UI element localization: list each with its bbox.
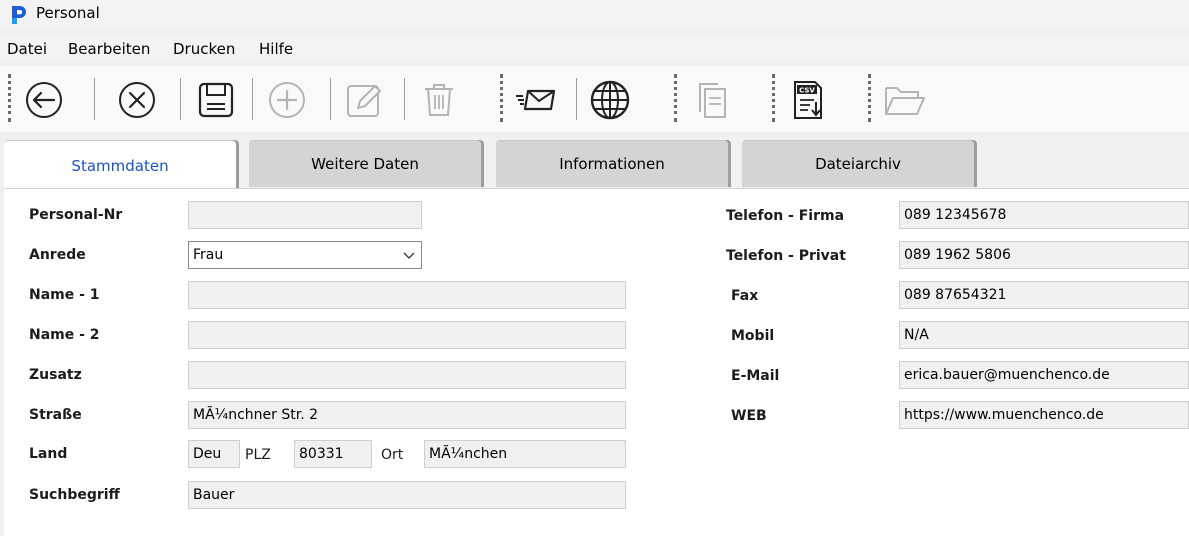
toolbar-separator (94, 78, 95, 120)
save-button[interactable] (192, 76, 240, 124)
email-button[interactable] (512, 76, 560, 124)
suchbegriff-field[interactable]: Bauer (188, 481, 626, 509)
toolbar-separator (180, 78, 181, 120)
tab-dateiarchiv[interactable]: Dateiarchiv (742, 140, 974, 187)
toolbar-separator (576, 78, 577, 120)
label-email: E-Mail (731, 368, 780, 384)
delete-button[interactable] (415, 76, 463, 124)
toolbar-grip (674, 74, 677, 122)
name1-field[interactable] (188, 281, 626, 309)
menu-bar: Datei Bearbeiten Drucken Hilfe (0, 36, 1189, 62)
toolbar-grip (500, 74, 503, 122)
csv-export-icon: CSV (794, 81, 822, 119)
toolbar-separator (404, 78, 405, 120)
toolbar-grip (8, 74, 11, 122)
back-button[interactable] (20, 76, 68, 124)
cancel-button[interactable] (113, 76, 161, 124)
label-name2: Name - 2 (29, 327, 100, 343)
menu-hilfe[interactable]: Hilfe (259, 40, 293, 58)
web-field[interactable]: https://www.muenchenco.de (899, 401, 1189, 429)
strasse-field[interactable]: MÃ¼nchner Str. 2 (188, 401, 626, 429)
menu-datei[interactable]: Datei (7, 40, 47, 58)
label-fax: Fax (731, 288, 759, 304)
save-icon (198, 82, 234, 118)
zusatz-field[interactable] (188, 361, 626, 389)
label-telefon-firma: Telefon - Firma (726, 208, 845, 224)
label-strasse: Straße (29, 407, 82, 423)
app-logo-icon (12, 6, 26, 24)
email-field[interactable]: erica.bauer@muenchenco.de (899, 361, 1189, 389)
back-icon (26, 82, 62, 118)
open-folder-button[interactable] (880, 76, 928, 124)
label-plz: PLZ (245, 447, 271, 463)
label-personal-nr: Personal-Nr (29, 207, 123, 223)
telefon-firma-field[interactable]: 089 12345678 (899, 201, 1189, 229)
edit-button[interactable] (340, 76, 388, 124)
chevron-down-icon (403, 252, 415, 259)
toolbar-grip (772, 74, 775, 122)
telefon-privat-field[interactable]: 089 1962 5806 (899, 241, 1189, 269)
personal-nr-field[interactable] (188, 201, 422, 229)
email-icon (516, 89, 556, 111)
label-anrede: Anrede (29, 247, 86, 263)
cancel-icon (119, 82, 155, 118)
title-bar: Personal (0, 0, 1189, 30)
menu-bearbeiten[interactable]: Bearbeiten (68, 40, 150, 58)
toolbar: CSV (0, 66, 1189, 132)
label-ort: Ort (381, 447, 404, 463)
toolbar-separator (330, 78, 331, 120)
label-land: Land (29, 446, 68, 462)
label-telefon-privat: Telefon - Privat (726, 248, 846, 264)
label-mobil: Mobil (731, 328, 775, 344)
edit-icon (347, 85, 381, 117)
delete-icon (425, 84, 453, 116)
anrede-value: Frau (193, 247, 224, 263)
copy-icon (699, 83, 726, 118)
toolbar-grip (868, 74, 871, 122)
ort-field[interactable]: MÃ¼nchen (424, 440, 626, 468)
window-title: Personal (36, 4, 100, 22)
csv-label: CSV (799, 87, 815, 95)
anrede-select[interactable]: Frau (188, 241, 422, 269)
tab-stammdaten[interactable]: Stammdaten (4, 140, 236, 190)
web-button[interactable] (586, 76, 634, 124)
label-zusatz: Zusatz (29, 367, 82, 383)
tab-weitere-daten[interactable]: Weitere Daten (249, 140, 481, 187)
toolbar-separator (252, 78, 253, 120)
menu-drucken[interactable]: Drucken (173, 40, 235, 58)
copy-button[interactable] (688, 76, 736, 124)
open-folder-icon (885, 87, 925, 115)
label-web: WEB (731, 408, 767, 424)
web-icon (590, 80, 630, 120)
name2-field[interactable] (188, 321, 626, 349)
csv-export-button[interactable]: CSV (784, 76, 832, 124)
land-field[interactable]: Deu (188, 440, 240, 468)
plz-field[interactable]: 80331 (294, 440, 372, 468)
add-icon (269, 82, 305, 118)
add-button[interactable] (263, 76, 311, 124)
tab-informationen[interactable]: Informationen (496, 140, 728, 187)
mobil-field[interactable]: N/A (899, 321, 1189, 349)
fax-field[interactable]: 089 87654321 (899, 281, 1189, 309)
label-suchbegriff: Suchbegriff (29, 487, 120, 503)
label-name1: Name - 1 (29, 287, 100, 303)
